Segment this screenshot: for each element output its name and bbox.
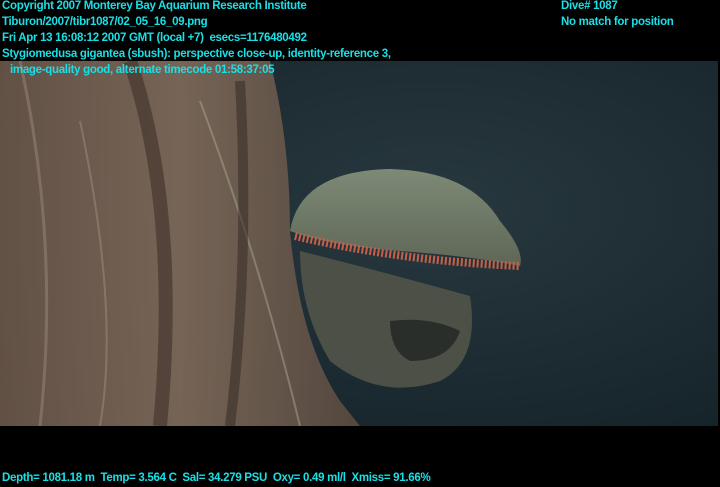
annotation-text-line2: image-quality good, alternate timecode 0…: [10, 64, 275, 76]
timestamp-text: Fri Apr 13 16:08:12 2007 GMT (local +7) …: [2, 32, 307, 44]
file-path-text: Tiburon/2007/tibr1087/02_05_16_09.png: [2, 16, 208, 28]
position-text: No match for position: [561, 16, 674, 28]
underwater-photo: [0, 61, 718, 426]
annotation-text-line1: Stygiomedusa gigantea (sbush): perspecti…: [2, 48, 391, 60]
sensor-readout: Depth= 1081.18 m Temp= 3.564 C Sal= 34.2…: [2, 472, 431, 484]
dive-number-text: Dive# 1087: [561, 0, 618, 12]
copyright-text: Copyright 2007 Monterey Bay Aquarium Res…: [2, 0, 307, 12]
